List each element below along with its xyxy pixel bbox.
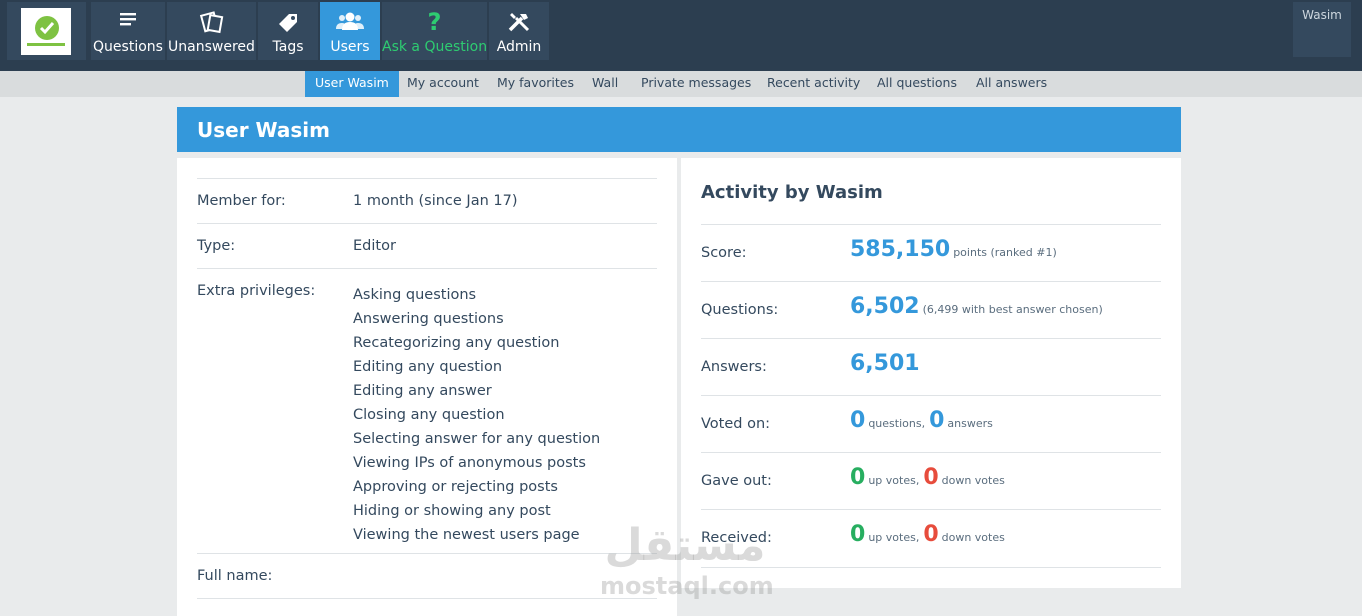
subnav-all-questions[interactable]: All questions xyxy=(867,71,967,97)
score-row: Score: 585,150 points (ranked #1) xyxy=(701,224,1161,281)
tag-icon xyxy=(258,10,318,34)
subnav-my-account[interactable]: My account xyxy=(397,71,489,97)
member-for-value: 1 month (since Jan 17) xyxy=(353,193,518,209)
voted-row: Voted on: 0 questions, 0 answers xyxy=(701,395,1161,452)
site-logo[interactable] xyxy=(7,2,86,60)
member-for-label: Member for: xyxy=(197,193,286,209)
gave-down-count: 0 xyxy=(923,465,939,490)
watermark-logo: مستقل mostaql.com xyxy=(600,520,774,610)
privilege-item: Asking questions xyxy=(353,287,477,303)
nav-label: Tags xyxy=(272,39,304,55)
page-title: User Wasim xyxy=(197,118,330,142)
gave-up-count: 0 xyxy=(850,465,866,490)
list-icon xyxy=(91,10,165,34)
answers-label: Answers: xyxy=(701,359,767,375)
privileges-row: Extra privileges: Asking questions Answe… xyxy=(197,268,657,553)
received-down-unit: down votes xyxy=(941,531,1005,544)
logo-image xyxy=(21,8,71,55)
privilege-item: Viewing the newest users page xyxy=(353,527,580,543)
top-navbar: Questions Unanswered Tags Users ? Ask a … xyxy=(0,0,1362,71)
activity-title: Activity by Wasim xyxy=(701,182,883,203)
received-up-unit: up votes, xyxy=(868,531,920,544)
member-for-row: Member for: 1 month (since Jan 17) xyxy=(197,178,657,223)
subnav-private-messages[interactable]: Private messages xyxy=(631,71,761,97)
privileges-label: Extra privileges: xyxy=(197,283,316,299)
questions-value: 6,502 xyxy=(850,294,920,319)
sub-navbar: User Wasim My account My favorites Wall … xyxy=(0,71,1362,97)
subnav-my-favorites[interactable]: My favorites xyxy=(487,71,584,97)
gave-out-row: Gave out: 0 up votes, 0 down votes xyxy=(701,452,1161,509)
privilege-item: Editing any answer xyxy=(353,383,492,399)
privilege-item: Approving or rejecting posts xyxy=(353,479,558,495)
gave-out-label: Gave out: xyxy=(701,473,772,489)
type-value: Editor xyxy=(353,238,396,254)
nav-questions[interactable]: Questions xyxy=(91,2,165,60)
received-up-count: 0 xyxy=(850,522,866,547)
logo-underline xyxy=(27,43,65,46)
activity-divider xyxy=(701,567,1161,568)
full-name-row: Full name: xyxy=(197,553,657,598)
questions-label: Questions: xyxy=(701,302,779,318)
privilege-item: Hiding or showing any post xyxy=(353,503,551,519)
nav-ask-question[interactable]: ? Ask a Question xyxy=(382,2,487,60)
privilege-item: Selecting answer for any question xyxy=(353,431,601,447)
answers-value: 6,501 xyxy=(850,351,920,376)
voted-answers-count: 0 xyxy=(929,408,945,433)
privilege-item: Closing any question xyxy=(353,407,505,423)
nav-unanswered[interactable]: Unanswered xyxy=(167,2,256,60)
users-icon xyxy=(320,10,380,34)
privileges-list: Asking questions Answering questions Rec… xyxy=(353,283,600,547)
nav-users[interactable]: Users xyxy=(320,2,380,60)
privilege-item: Recategorizing any question xyxy=(353,335,560,351)
voted-label: Voted on: xyxy=(701,416,771,432)
tools-icon xyxy=(489,10,549,34)
received-row: Received: 0 up votes, 0 down votes xyxy=(701,509,1161,566)
questions-row: Questions: 6,502 (6,499 with best answer… xyxy=(701,281,1161,338)
subnav-wall[interactable]: Wall xyxy=(582,71,628,97)
check-icon xyxy=(35,16,59,40)
type-label: Type: xyxy=(197,238,236,254)
nav-label: Unanswered xyxy=(168,39,255,55)
questions-note: (6,499 with best answer chosen) xyxy=(922,303,1103,316)
score-value: 585,150 xyxy=(850,237,951,262)
subnav-user[interactable]: User Wasim xyxy=(305,71,399,97)
watermark-arabic: مستقل xyxy=(604,520,766,571)
nav-label: Questions xyxy=(93,39,163,55)
question-mark-icon: ? xyxy=(427,8,442,36)
user-menu[interactable]: Wasim xyxy=(1293,2,1351,57)
nav-tags[interactable]: Tags xyxy=(258,2,318,60)
received-down-count: 0 xyxy=(923,522,939,547)
type-row: Type: Editor xyxy=(197,223,657,268)
nav-label: Admin xyxy=(496,39,542,55)
unanswered-icon xyxy=(167,10,256,34)
privilege-item: Answering questions xyxy=(353,311,504,327)
nav-admin[interactable]: Admin xyxy=(489,2,549,60)
voted-answers-unit: answers xyxy=(947,417,993,430)
nav-label: Users xyxy=(330,39,370,55)
gave-up-unit: up votes, xyxy=(868,474,920,487)
privilege-item: Editing any question xyxy=(353,359,503,375)
full-name-label: Full name: xyxy=(197,568,273,584)
score-label: Score: xyxy=(701,245,747,261)
gave-down-unit: down votes xyxy=(941,474,1005,487)
subnav-all-answers[interactable]: All answers xyxy=(966,71,1057,97)
watermark-latin: mostaql.com xyxy=(600,572,774,600)
next-row xyxy=(197,598,657,616)
page-title-banner: User Wasim xyxy=(177,107,1181,152)
score-note: points (ranked #1) xyxy=(953,246,1057,259)
voted-questions-count: 0 xyxy=(850,408,866,433)
answers-row: Answers: 6,501 xyxy=(701,338,1161,395)
privilege-item: Viewing IPs of anonymous posts xyxy=(353,455,586,471)
voted-questions-unit: questions, xyxy=(868,417,926,430)
subnav-recent-activity[interactable]: Recent activity xyxy=(757,71,870,97)
nav-label: Ask a Question xyxy=(382,39,488,55)
